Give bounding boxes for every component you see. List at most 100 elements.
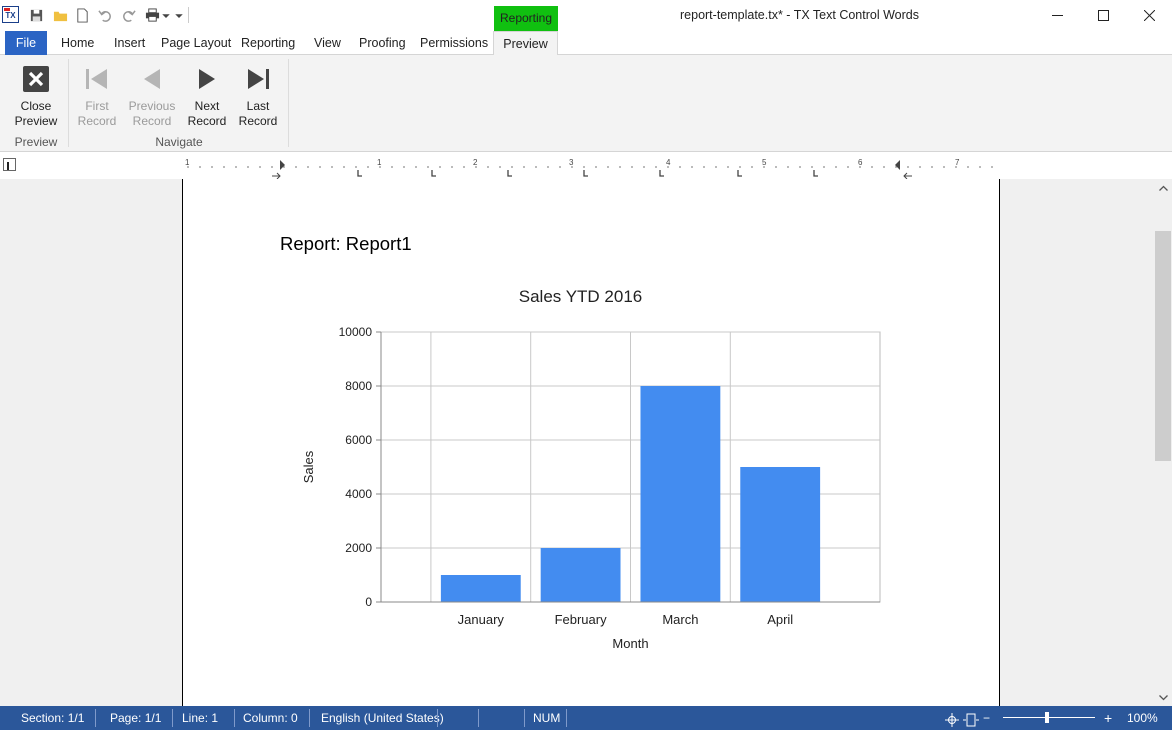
group-label-navigate: Navigate bbox=[155, 135, 203, 149]
open-folder-icon[interactable] bbox=[51, 6, 69, 24]
zoom-in-button[interactable]: + bbox=[1104, 706, 1112, 730]
close-preview-label-1: Close bbox=[20, 99, 52, 113]
next-record-button[interactable]: Next Record bbox=[183, 59, 231, 129]
x-tick-label: January bbox=[458, 612, 505, 627]
next-record-label-1: Next bbox=[194, 99, 220, 113]
status-separator bbox=[566, 709, 567, 727]
next-icon bbox=[183, 59, 231, 99]
tab-stop-marker bbox=[507, 170, 512, 177]
zoom-slider-thumb[interactable] bbox=[1045, 712, 1049, 723]
close-preview-button[interactable]: Close Preview bbox=[10, 59, 62, 129]
bar-march bbox=[640, 386, 721, 602]
status-separator bbox=[478, 709, 479, 727]
y-tick-label: 0 bbox=[365, 595, 372, 609]
fit-page-icon[interactable] bbox=[944, 711, 960, 727]
skip-first-icon bbox=[73, 59, 121, 99]
next-record-label-2: Record bbox=[187, 114, 227, 128]
status-separator bbox=[95, 709, 96, 727]
previous-record-label-2: Record bbox=[132, 114, 172, 128]
ribbon: Close Preview Preview First Record Previ… bbox=[0, 55, 1172, 152]
tab-stop-marker bbox=[431, 170, 436, 177]
vertical-scrollbar[interactable] bbox=[1154, 179, 1172, 706]
chart-title: Sales YTD 2016 bbox=[519, 287, 642, 306]
status-section: Section: 1/1 bbox=[21, 711, 85, 725]
tab-home[interactable]: Home bbox=[61, 31, 94, 55]
document-page[interactable]: Report: Report1 Sales YTD 2016 0 2000 4000 6… bbox=[182, 179, 1000, 706]
tab-insert[interactable]: Insert bbox=[114, 31, 145, 55]
customize-qat-icon[interactable] bbox=[174, 6, 184, 24]
tab-stop-marker bbox=[813, 170, 818, 177]
document-area: Report: Report1 Sales YTD 2016 0 2000 4000 6… bbox=[0, 179, 1154, 706]
maximize-button[interactable] bbox=[1080, 0, 1126, 31]
undo-icon[interactable] bbox=[96, 6, 114, 24]
save-icon[interactable] bbox=[27, 6, 45, 24]
last-record-label-1: Last bbox=[246, 99, 270, 113]
tab-preview[interactable]: Preview bbox=[493, 31, 558, 56]
ruler-number: 3 bbox=[569, 158, 574, 167]
report-title: Report: Report1 bbox=[280, 233, 412, 254]
redo-icon[interactable] bbox=[119, 6, 137, 24]
bar-april bbox=[740, 467, 821, 602]
y-tick-label: 10000 bbox=[339, 325, 373, 339]
status-bar: Section: 1/1 Page: 1/1 Line: 1 Column: 0… bbox=[0, 706, 1172, 730]
last-record-button[interactable]: Last Record bbox=[235, 59, 281, 129]
tab-stop-marker bbox=[583, 170, 588, 177]
previous-record-label-1: Previous bbox=[128, 99, 176, 113]
horizontal-ruler[interactable]: 1 1 2 3 4 5 6 7 bbox=[182, 157, 1000, 179]
x-tick-label: April bbox=[767, 612, 793, 627]
status-language[interactable]: English (United States) bbox=[321, 706, 444, 730]
tab-stop-marker bbox=[357, 170, 362, 177]
zoom-out-button[interactable]: − bbox=[983, 706, 990, 730]
status-separator bbox=[437, 709, 438, 727]
zoom-slider[interactable] bbox=[1003, 717, 1095, 718]
app-icon[interactable]: TX bbox=[2, 6, 19, 23]
title-bar: TX Reporting report-template.tx* - TX Te… bbox=[0, 0, 1172, 31]
new-document-icon[interactable] bbox=[73, 6, 91, 24]
reporting-context-label: Reporting bbox=[494, 6, 558, 31]
first-record-button[interactable]: First Record bbox=[73, 59, 121, 129]
last-record-label-2: Record bbox=[238, 114, 278, 128]
status-page: Page: 1/1 bbox=[110, 711, 162, 725]
ruler-number: 5 bbox=[762, 158, 767, 167]
status-separator bbox=[524, 709, 525, 727]
y-tick-label: 8000 bbox=[345, 379, 372, 393]
previous-record-button[interactable]: Previous Record bbox=[126, 59, 178, 129]
ruler-number: 2 bbox=[473, 158, 478, 167]
close-window-button[interactable] bbox=[1126, 0, 1172, 31]
y-tick-label: 6000 bbox=[345, 433, 372, 447]
close-preview-label-2: Preview bbox=[14, 114, 58, 128]
print-icon[interactable] bbox=[143, 6, 161, 24]
zoom-level: 100% bbox=[1127, 711, 1158, 725]
tab-view[interactable]: View bbox=[314, 31, 341, 55]
indent-marker bbox=[280, 160, 285, 170]
tab-page-layout[interactable]: Page Layout bbox=[161, 31, 231, 55]
ribbon-tab-bar: File Home Insert Page Layout Reporting V… bbox=[0, 31, 1172, 56]
first-record-label-1: First bbox=[85, 99, 109, 113]
bar-january bbox=[440, 575, 521, 602]
fit-width-icon[interactable] bbox=[963, 711, 979, 727]
first-record-label-2: Record bbox=[77, 114, 117, 128]
qat-separator bbox=[188, 7, 189, 23]
scroll-up-icon[interactable] bbox=[1154, 179, 1172, 196]
window-title: report-template.tx* - TX Text Control Wo… bbox=[680, 8, 919, 22]
x-tick-label: March bbox=[662, 612, 698, 627]
status-line: Line: 1 bbox=[182, 711, 219, 725]
tab-reporting[interactable]: Reporting bbox=[241, 31, 295, 55]
y-tick-label: 4000 bbox=[345, 487, 372, 501]
scrollbar-thumb[interactable] bbox=[1155, 231, 1171, 461]
indent-marker bbox=[895, 160, 900, 170]
minimize-button[interactable] bbox=[1034, 0, 1080, 31]
tab-stop-selector[interactable] bbox=[3, 158, 16, 171]
skip-last-icon bbox=[235, 59, 281, 99]
x-axis-label: Month bbox=[612, 636, 648, 651]
print-dropdown-icon[interactable] bbox=[161, 6, 171, 24]
status-column: Column: 0 bbox=[243, 711, 298, 725]
status-num-lock: NUM bbox=[533, 711, 561, 725]
tab-permissions[interactable]: Permissions bbox=[420, 31, 488, 55]
tab-proofing[interactable]: Proofing bbox=[359, 31, 406, 55]
scroll-down-icon[interactable] bbox=[1154, 689, 1172, 706]
tab-file[interactable]: File bbox=[5, 31, 47, 55]
status-separator bbox=[234, 709, 235, 727]
ruler-number: 1 bbox=[185, 158, 190, 167]
ruler-number: 7 bbox=[955, 158, 960, 167]
